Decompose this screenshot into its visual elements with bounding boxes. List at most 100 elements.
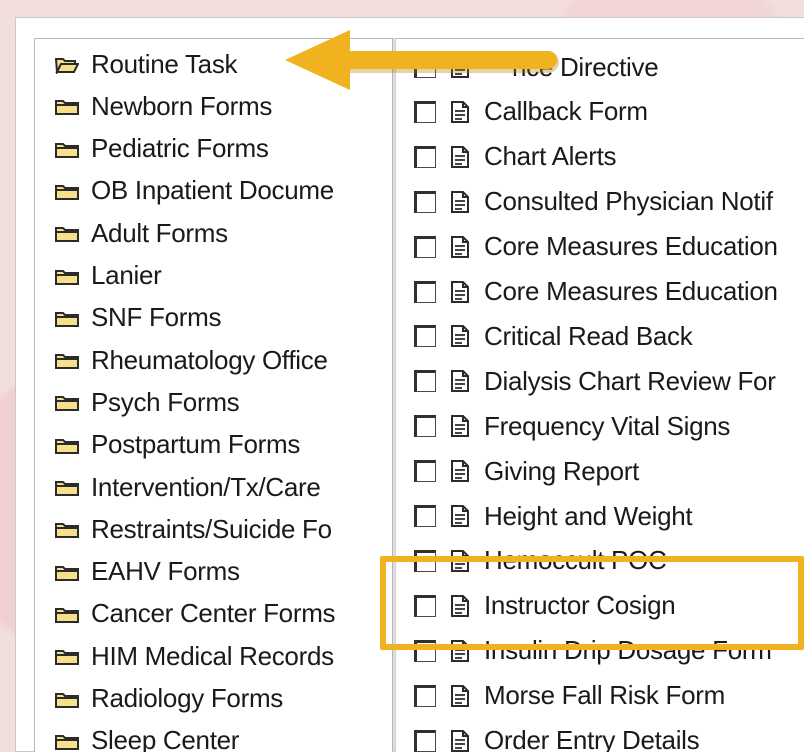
form-label: Order Entry Details [484,725,699,752]
folder-label: Pediatric Forms [91,133,269,164]
document-icon [450,685,470,707]
folder-item[interactable]: Intervention/Tx/Care [35,468,321,506]
folder-item[interactable]: EAHV Forms [35,553,240,591]
form-checkbox[interactable] [414,505,436,527]
folder-icon [55,437,77,453]
document-icon [450,730,470,752]
form-label: nce Directive [512,52,658,83]
folder-item[interactable]: Pediatric Forms [35,130,269,168]
form-label: Dialysis Chart Review For [484,366,776,397]
document-icon [450,281,470,303]
form-label: Giving Report [484,456,639,487]
form-checkbox[interactable] [414,730,436,752]
folder-icon [55,648,77,664]
folder-icon [55,564,77,580]
document-icon [450,56,470,78]
form-list-item[interactable]: Frequency Vital Signs [396,407,730,445]
document-icon [450,325,470,347]
folder-icon [55,352,77,368]
document-icon [450,146,470,168]
folder-label: Psych Forms [91,387,239,418]
document-icon [450,370,470,392]
folder-item[interactable]: SNF Forms [35,299,221,337]
folder-label: Lanier [91,260,161,291]
form-checkbox[interactable] [414,101,436,123]
folder-item[interactable]: OB Inpatient Docume [35,172,334,210]
form-list-item[interactable]: Giving Report [396,452,639,490]
folder-item[interactable]: Psych Forms [35,383,239,421]
form-list-item[interactable]: Height and Weight [396,497,692,535]
form-checkbox[interactable] [414,146,436,168]
form-list-item[interactable]: Dialysis Chart Review For [396,362,776,400]
folder-label: Restraints/Suicide Fo [91,514,332,545]
folder-item[interactable]: Lanier [35,257,161,295]
folder-item[interactable]: Cancer Center Forms [35,595,335,633]
form-list-item[interactable]: Critical Read Back [396,317,692,355]
open-folder-icon [55,56,77,72]
folder-icon [55,183,77,199]
folder-label: Radiology Forms [91,683,283,714]
annotation-highlight-box [380,556,804,650]
form-checkbox[interactable] [414,370,436,392]
folder-icon [55,268,77,284]
folder-tree-pane[interactable]: Routine Task Newborn Forms Pediatric Forms… [34,38,392,752]
folder-icon [55,479,77,495]
form-checkbox[interactable] [414,685,436,707]
folder-item[interactable]: Restraints/Suicide Fo [35,510,332,548]
folder-label: Sleep Center [91,725,239,752]
form-list-item[interactable]: Callback Form [396,93,648,131]
folder-label: SNF Forms [91,302,221,333]
form-label: Consulted Physician Notif [484,186,773,217]
folder-label: Postpartum Forms [91,429,300,460]
folder-item[interactable]: Routine Task [35,45,237,83]
form-label: Height and Weight [484,501,692,532]
form-label: Frequency Vital Signs [484,411,730,442]
folder-icon [55,606,77,622]
form-label: Critical Read Back [484,321,692,352]
folder-item[interactable]: Newborn Forms [35,87,272,125]
document-icon [450,191,470,213]
form-list-item[interactable]: Core Measures Education [396,228,778,266]
folder-item[interactable]: HIM Medical Records [35,637,334,675]
folder-icon [55,521,77,537]
folder-item[interactable]: Rheumatology Office [35,341,328,379]
folder-item[interactable]: Sleep Center [35,722,239,752]
form-checkbox[interactable] [414,460,436,482]
form-list-item[interactable]: Order Entry Details [396,722,699,752]
folder-label: Newborn Forms [91,91,272,122]
folder-label: HIM Medical Records [91,641,334,672]
document-icon [450,505,470,527]
folder-icon [55,98,77,114]
form-list-item[interactable]: Consulted Physician Notif [396,183,773,221]
form-label: Core Measures Education [484,276,778,307]
document-icon [450,236,470,258]
document-icon [450,101,470,123]
form-checkbox[interactable] [414,415,436,437]
folder-label: Intervention/Tx/Care [91,472,321,503]
folder-icon [55,225,77,241]
form-list-item[interactable]: Morse Fall Risk Form [396,677,725,715]
folder-label: Cancer Center Forms [91,598,335,629]
folder-item[interactable]: Radiology Forms [35,680,283,718]
form-label: Core Measures Education [484,231,778,262]
form-list-item[interactable]: Core Measures Education [396,273,778,311]
folder-item[interactable]: Postpartum Forms [35,426,300,464]
form-label: Callback Form [484,96,648,127]
document-icon [450,415,470,437]
form-checkbox[interactable] [414,281,436,303]
form-label: Morse Fall Risk Form [484,680,725,711]
folder-label: OB Inpatient Docume [91,175,334,206]
form-checkbox[interactable] [414,191,436,213]
form-checkbox[interactable] [414,325,436,347]
folder-icon [55,394,77,410]
form-checkbox[interactable] [414,236,436,258]
form-list-item[interactable]: nce Directive [396,48,658,86]
folder-label: Routine Task [91,49,237,80]
folder-icon [55,733,77,749]
folder-item[interactable]: Adult Forms [35,214,228,252]
folder-label: Adult Forms [91,218,228,249]
form-list-item[interactable]: Chart Alerts [396,138,616,176]
folder-icon [55,310,77,326]
form-label: Chart Alerts [484,141,616,172]
form-checkbox[interactable] [414,56,436,78]
